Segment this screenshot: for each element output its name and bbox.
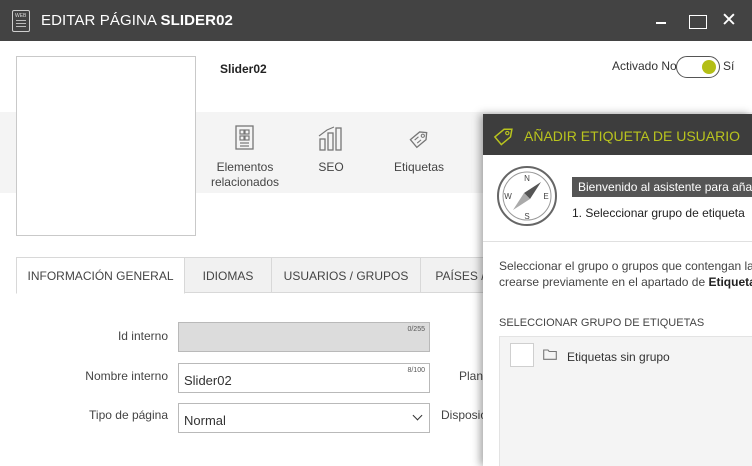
panel-title: AÑADIR ETIQUETA DE USUARIO bbox=[524, 128, 740, 144]
tab-idiomas[interactable]: IDIOMAS bbox=[184, 257, 272, 293]
compass-w: W bbox=[504, 192, 512, 201]
app-icon-tag: WEB bbox=[15, 13, 27, 19]
activation-label: Activado No bbox=[612, 59, 677, 73]
compass-s: S bbox=[524, 212, 529, 221]
nombre-interno-counter: 8/100 bbox=[407, 367, 425, 374]
tags-button[interactable]: Etiquetas bbox=[390, 124, 448, 175]
add-user-tag-panel: AÑADIR ETIQUETA DE USUARIO N S E W Bienv… bbox=[483, 114, 752, 466]
seo-label: SEO bbox=[318, 160, 344, 174]
tipo-pagina-select[interactable]: Normal bbox=[178, 403, 430, 433]
chevron-down-icon bbox=[412, 410, 423, 421]
compass-n: N bbox=[524, 174, 530, 183]
group-checkbox[interactable] bbox=[510, 343, 534, 367]
id-interno-label: Id interno bbox=[117, 329, 168, 343]
compass-e: E bbox=[543, 192, 548, 201]
bar-chart-icon bbox=[318, 126, 342, 151]
window-titlebar: WEB EDITAR PÁGINA SLIDER02 ✕ bbox=[0, 0, 752, 41]
minimize-button[interactable] bbox=[650, 10, 672, 32]
page-image-placeholder[interactable] bbox=[16, 56, 196, 236]
seo-button[interactable]: SEO bbox=[310, 124, 352, 175]
nombre-interno-input[interactable]: Slider02 8/100 bbox=[178, 363, 430, 393]
panel-divider bbox=[483, 241, 752, 242]
page-name: Slider02 bbox=[220, 62, 267, 76]
welcome-banner: Bienvenido al asistente para añad bbox=[572, 177, 752, 197]
page-document-icon: WEB bbox=[12, 10, 30, 32]
activation-on-label: Sí bbox=[723, 59, 735, 73]
panel-description-line2: crearse previamente en el apartado de Et… bbox=[499, 274, 752, 290]
tag-group-list: Etiquetas sin grupo bbox=[499, 336, 752, 466]
panel-description: Seleccionar el grupo o grupos que conten… bbox=[499, 258, 752, 290]
compass-icon: N S E W bbox=[497, 166, 557, 226]
id-interno-field: 0/255 bbox=[178, 322, 430, 352]
toggle-knob bbox=[702, 60, 716, 74]
panel-description-link: Etiquetas bbox=[708, 275, 752, 289]
activation-toggle[interactable] bbox=[676, 56, 720, 78]
group-label: Etiquetas sin grupo bbox=[567, 350, 670, 364]
maximize-button[interactable] bbox=[686, 10, 708, 32]
tipo-pagina-label: Tipo de página bbox=[89, 408, 168, 422]
id-interno-counter: 0/255 bbox=[407, 326, 425, 333]
close-button[interactable]: ✕ bbox=[718, 10, 740, 32]
panel-description-line1: Seleccionar el grupo o grupos que conten… bbox=[499, 259, 752, 273]
nombre-interno-label: Nombre interno bbox=[85, 369, 168, 383]
tab-informacion-general[interactable]: INFORMACIÓN GENERAL bbox=[16, 257, 185, 294]
panel-description-prefix: crearse previamente en el apartado de bbox=[499, 275, 709, 289]
tipo-pagina-value: Normal bbox=[184, 413, 226, 428]
related-elements-label: Elementos relacionados bbox=[210, 160, 280, 189]
folder-icon bbox=[543, 349, 557, 360]
nombre-interno-value: Slider02 bbox=[184, 373, 232, 388]
disposicion-label: Disposic bbox=[441, 408, 487, 422]
related-elements-button[interactable]: Elementos relacionados bbox=[206, 124, 284, 190]
tags-label: Etiquetas bbox=[393, 160, 445, 174]
window-title-prefix: EDITAR PÁGINA bbox=[41, 12, 161, 29]
section-header: SELECCIONAR GRUPO DE ETIQUETAS bbox=[499, 317, 705, 329]
tag-icon bbox=[493, 128, 513, 146]
related-elements-icon bbox=[235, 125, 254, 150]
window-title: EDITAR PÁGINA SLIDER02 bbox=[41, 12, 233, 29]
window-title-name: SLIDER02 bbox=[160, 12, 233, 29]
panel-header: AÑADIR ETIQUETA DE USUARIO bbox=[483, 114, 752, 155]
tab-usuarios-grupos[interactable]: USUARIOS / GRUPOS bbox=[271, 257, 421, 293]
wizard-step: 1. Seleccionar grupo de etiqueta bbox=[572, 206, 745, 220]
tag-icon bbox=[409, 131, 428, 149]
